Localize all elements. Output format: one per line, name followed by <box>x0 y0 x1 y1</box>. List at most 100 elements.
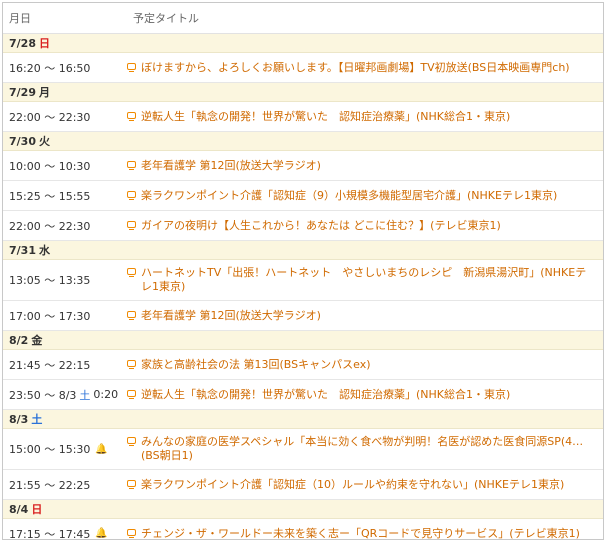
date-column-header: 月日 <box>9 12 31 25</box>
time-cell: 22:00 ～ 22:30 <box>3 218 127 234</box>
time-cell: 21:45 ～ 22:15 <box>3 357 127 373</box>
time-range: 16:20 ～ 16:50 <box>9 61 91 75</box>
title-cell: ハートネットTV「出張！ハートネット やさしいまちのレシピ 新潟県湯沢町」(NH… <box>127 266 603 294</box>
time-cell: 10:00 ～ 10:30 <box>3 158 127 174</box>
bell-icon[interactable]: 🔔 <box>95 528 107 539</box>
title-cell: みんなの家庭の医学スペシャル「本当に効く食べ物が判明！名医が認めた医食同源SP(… <box>127 435 603 463</box>
title-column-header: 予定タイトル <box>133 12 199 25</box>
title-cell: ぼけますから、よろしくお願いします。【日曜邦画劇場】TV初放送(BS日本映画専門… <box>127 61 603 75</box>
schedule-row: 13:05 ～ 13:35 ハートネットTV「出張！ハートネット やさしいまちのレ… <box>3 260 603 301</box>
time-range: 17:15 ～ 17:45 <box>9 527 91 540</box>
tv-icon <box>127 160 136 170</box>
program-title-link[interactable]: ハートネットTV「出張！ハートネット やさしいまちのレシピ 新潟県湯沢町」(NH… <box>141 266 595 294</box>
time-range: 23:50 ～ 8/3 <box>9 388 77 402</box>
schedule-row: 22:00 ～ 22:30 逆転人生「執念の開発！世界が驚いた 認知症治療薬」(N… <box>3 102 603 132</box>
title-cell: 楽ラクワンポイント介護「認知症（9）小規模多機能型居宅介護」(NHKEテレ1東京… <box>127 189 603 203</box>
day-header: 7/28 日 <box>3 34 603 53</box>
time-cell: 15:00 ～ 15:30 🔔 <box>3 441 127 457</box>
day-date: 7/28 <box>9 36 36 50</box>
time-cell: 23:50 ～ 8/3 土 0:20 <box>3 387 127 403</box>
program-title-link[interactable]: ぼけますから、よろしくお願いします。【日曜邦画劇場】TV初放送(BS日本映画専門… <box>141 61 570 75</box>
time-range: 17:00 ～ 17:30 <box>9 309 91 323</box>
schedule-row: 17:00 ～ 17:30 老年看護学 第12回(放送大学ラジオ) <box>3 301 603 331</box>
day-weekday: 土 <box>31 413 43 426</box>
day-date: 7/29 <box>9 85 36 99</box>
title-cell: 逆転人生「執念の開発！世界が驚いた 認知症治療薬」(NHK総合1・東京) <box>127 388 603 402</box>
time-range: 15:00 ～ 15:30 <box>9 443 91 456</box>
tv-icon <box>127 111 136 121</box>
title-cell: 家族と高齢社会の法 第13回(BSキャンパスex) <box>127 358 603 372</box>
title-cell: 老年看護学 第12回(放送大学ラジオ) <box>127 309 603 323</box>
tv-icon <box>127 62 136 72</box>
end-time: 0:20 <box>93 388 119 401</box>
tv-icon <box>127 479 136 489</box>
schedule-row: 16:20 ～ 16:50 ぼけますから、よろしくお願いします。【日曜邦画劇場】T… <box>3 53 603 83</box>
day-weekday: 火 <box>38 135 50 148</box>
time-range: 15:25 ～ 15:55 <box>9 189 91 203</box>
time-range: 22:00 ～ 22:30 <box>9 219 91 233</box>
title-cell: ガイアの夜明け【人生これから！あなたは どこに住む？】(テレビ東京1) <box>127 219 603 233</box>
title-cell: 老年看護学 第12回(放送大学ラジオ) <box>127 159 603 173</box>
time-cell: 15:25 ～ 15:55 <box>3 188 127 204</box>
day-date: 8/4 <box>9 502 29 516</box>
time-cell: 22:00 ～ 22:30 <box>3 109 127 125</box>
table-header: 月日 予定タイトル <box>3 3 603 34</box>
title-cell: 逆転人生「執念の開発！世界が驚いた 認知症治療薬」(NHK総合1・東京) <box>127 110 603 124</box>
program-title-link[interactable]: 老年看護学 第12回(放送大学ラジオ) <box>141 309 321 323</box>
program-title-link[interactable]: 逆転人生「執念の開発！世界が驚いた 認知症治療薬」(NHK総合1・東京) <box>141 110 510 124</box>
time-range: 10:00 ～ 10:30 <box>9 159 91 173</box>
day-date: 8/2 <box>9 333 29 347</box>
schedule-table: 月日 予定タイトル 7/28 日 16:20 ～ 16:50 ぼけますから、よろしくお… <box>2 2 604 540</box>
tv-icon <box>127 528 136 538</box>
tv-icon <box>127 359 136 369</box>
program-title-link[interactable]: チェンジ・ザ・ワールドー未来を築く志ー「QRコードで見守りサービス」(テレビ東京… <box>141 527 580 540</box>
title-cell: 楽ラクワンポイント介護「認知症（10）ルールや約束を守れない」(NHKEテレ1東… <box>127 478 603 492</box>
program-title-link[interactable]: 楽ラクワンポイント介護「認知症（10）ルールや約束を守れない」(NHKEテレ1東… <box>141 478 564 492</box>
time-cell: 21:55 ～ 22:25 <box>3 477 127 493</box>
day-header: 8/3 土 <box>3 410 603 429</box>
schedule-row: 15:00 ～ 15:30 🔔 みんなの家庭の医学スペシャル「本当に効く食べ物が判明… <box>3 429 603 470</box>
tv-icon <box>127 220 136 230</box>
schedule-row: 21:45 ～ 22:15 家族と高齢社会の法 第13回(BSキャンパスex) <box>3 350 603 380</box>
schedule-row: 21:55 ～ 22:25 楽ラクワンポイント介護「認知症（10）ルールや約束を守… <box>3 470 603 500</box>
program-title-link[interactable]: 家族と高齢社会の法 第13回(BSキャンパスex) <box>141 358 371 372</box>
schedule-body: 7/28 日 16:20 ～ 16:50 ぼけますから、よろしくお願いします。【日曜邦… <box>3 34 603 540</box>
day-header: 7/29 月 <box>3 83 603 102</box>
day-weekday: 日 <box>38 37 50 50</box>
tv-icon <box>127 437 136 446</box>
program-title-link[interactable]: 楽ラクワンポイント介護「認知症（9）小規模多機能型居宅介護」(NHKEテレ1東京… <box>141 189 557 203</box>
time-range: 13:05 ～ 13:35 <box>9 274 91 287</box>
time-range: 22:00 ～ 22:30 <box>9 110 91 124</box>
day-weekday: 金 <box>31 334 43 347</box>
schedule-row: 22:00 ～ 22:30 ガイアの夜明け【人生これから！あなたは どこに住む？】… <box>3 211 603 241</box>
day-header: 7/30 火 <box>3 132 603 151</box>
title-cell: チェンジ・ザ・ワールドー未来を築く志ー「QRコードで見守りサービス」(テレビ東京… <box>127 527 603 540</box>
program-title-link[interactable]: 老年看護学 第12回(放送大学ラジオ) <box>141 159 321 173</box>
program-title-link[interactable]: みんなの家庭の医学スペシャル「本当に効く食べ物が判明！名医が認めた医食同源SP(… <box>141 435 595 463</box>
bell-icon[interactable]: 🔔 <box>95 444 107 455</box>
day-weekday: 月 <box>38 86 50 99</box>
end-weekday: 土 <box>79 388 91 402</box>
schedule-row: 10:00 ～ 10:30 老年看護学 第12回(放送大学ラジオ) <box>3 151 603 181</box>
day-header: 8/4 日 <box>3 500 603 519</box>
tv-icon <box>127 310 136 320</box>
day-header: 7/31 水 <box>3 241 603 260</box>
day-date: 7/30 <box>9 134 36 148</box>
schedule-row: 15:25 ～ 15:55 楽ラクワンポイント介護「認知症（9）小規模多機能型居宅… <box>3 181 603 211</box>
time-cell: 17:00 ～ 17:30 <box>3 308 127 324</box>
time-cell: 13:05 ～ 13:35 <box>3 272 127 288</box>
time-cell: 17:15 ～ 17:45 🔔 <box>3 526 127 540</box>
time-range: 21:45 ～ 22:15 <box>9 358 91 372</box>
tv-icon <box>127 190 136 200</box>
day-weekday: 日 <box>31 503 43 516</box>
day-date: 8/3 <box>9 412 29 426</box>
day-date: 7/31 <box>9 243 36 257</box>
day-header: 8/2 金 <box>3 331 603 350</box>
schedule-row: 17:15 ～ 17:45 🔔 チェンジ・ザ・ワールドー未来を築く志ー「QRコードで… <box>3 519 603 540</box>
program-title-link[interactable]: ガイアの夜明け【人生これから！あなたは どこに住む？】(テレビ東京1) <box>141 219 501 233</box>
program-title-link[interactable]: 逆転人生「執念の開発！世界が驚いた 認知症治療薬」(NHK総合1・東京) <box>141 388 510 402</box>
tv-icon <box>127 389 136 399</box>
day-weekday: 水 <box>38 244 50 257</box>
schedule-row: 23:50 ～ 8/3 土 0:20 逆転人生「執念の開発！世界が驚いた 認知症治療薬… <box>3 380 603 410</box>
time-range: 21:55 ～ 22:25 <box>9 478 91 492</box>
